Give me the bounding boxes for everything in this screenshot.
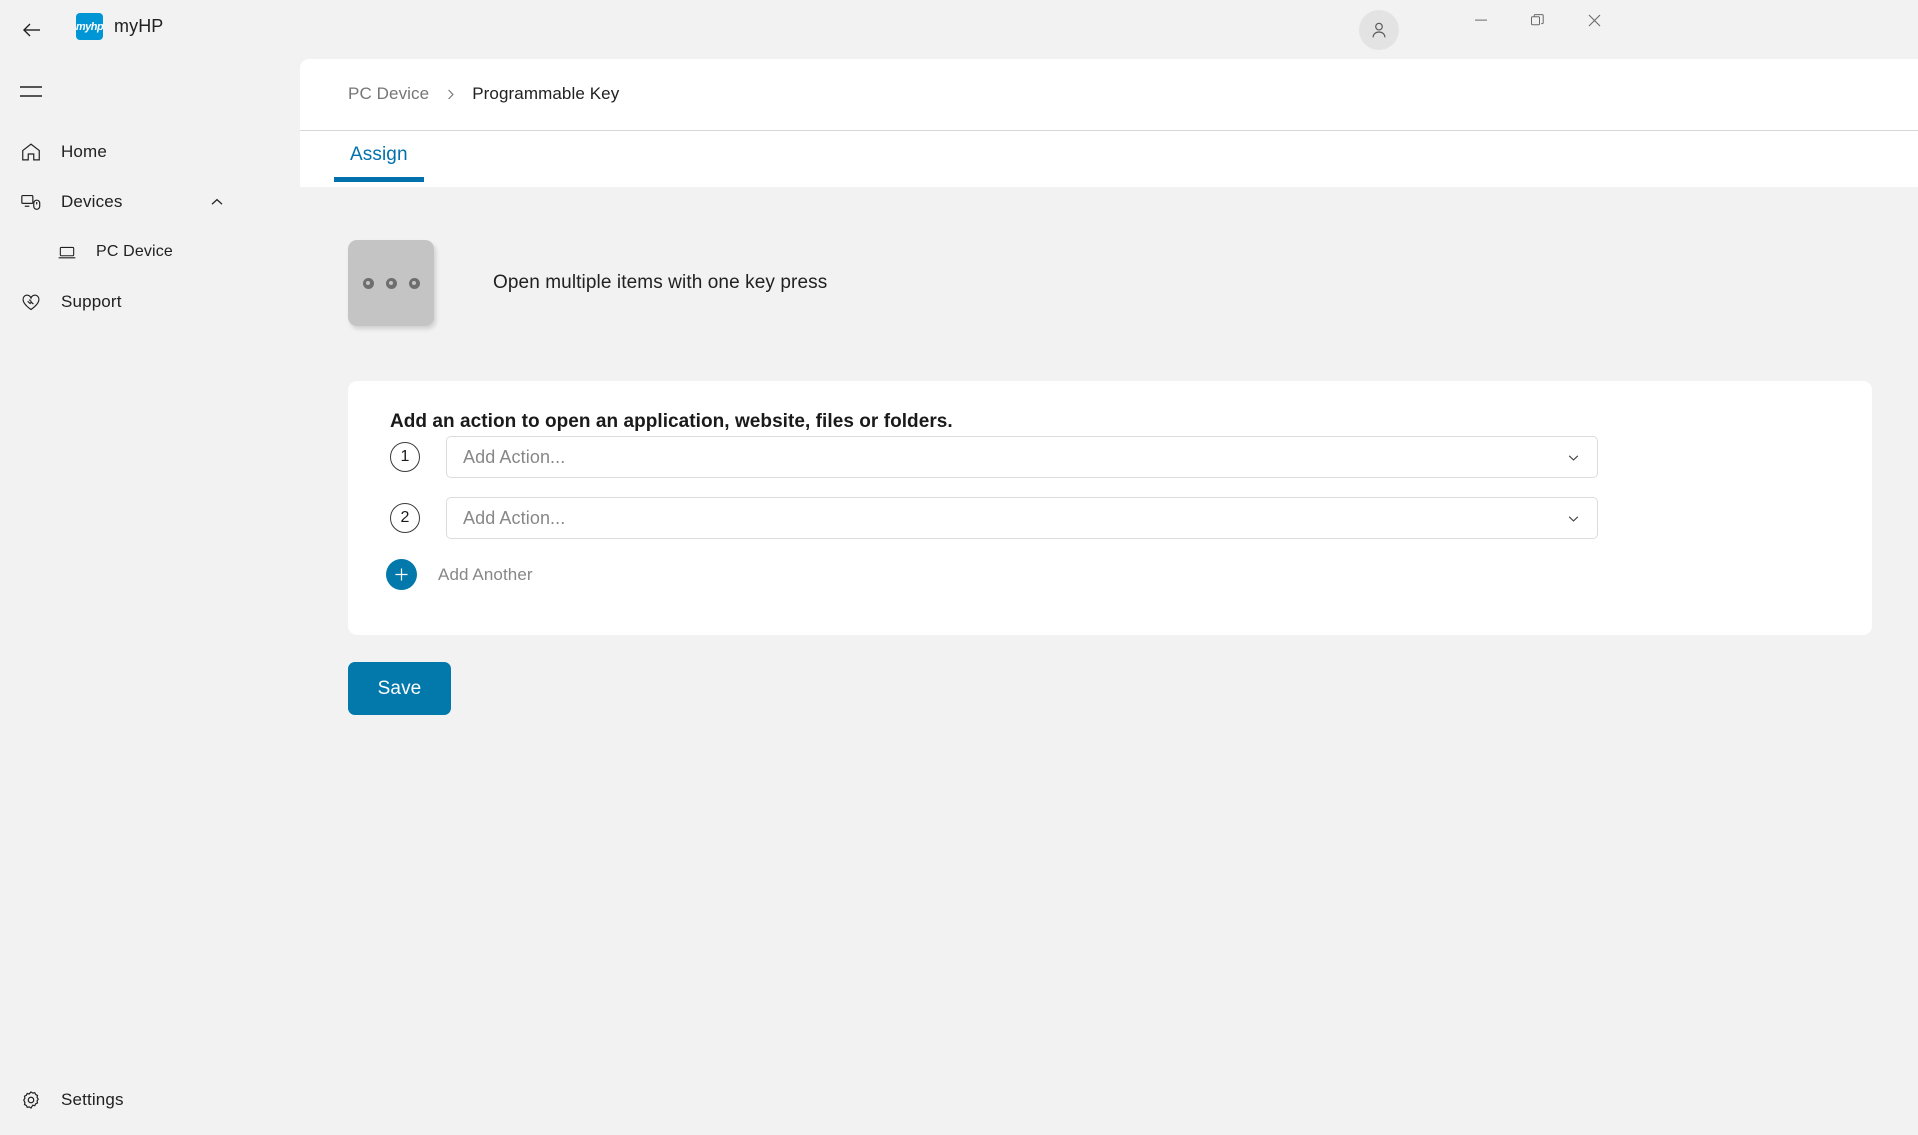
key-preview-row: Open multiple items with one key press <box>348 240 827 326</box>
sidebar: Home Devices PC Device Support Settings <box>0 59 300 1135</box>
brand-logo-group[interactable]: myhp myHP <box>76 13 163 40</box>
three-dots-key-icon[interactable] <box>348 240 434 326</box>
action-card: Add an action to open an application, we… <box>348 381 1872 635</box>
avatar[interactable] <box>1359 10 1399 50</box>
hp-logo-icon: myhp <box>76 13 103 40</box>
maximize-button[interactable] <box>1509 0 1566 40</box>
app-title: myHP <box>114 16 164 36</box>
close-button[interactable] <box>1566 0 1623 40</box>
hp-logo-text: myhp <box>76 20 103 33</box>
restore-icon <box>1531 13 1544 25</box>
header-divider <box>300 130 1918 131</box>
action-dropdown-value: Add Action... <box>463 507 566 528</box>
tab-assign[interactable]: Assign <box>334 144 424 182</box>
chevron-down-icon <box>1566 511 1581 526</box>
main-content: PC Device Programmable Key Assign Open m… <box>300 59 1918 1135</box>
breadcrumb-parent[interactable]: PC Device <box>348 84 429 104</box>
card-title: Add an action to open an application, we… <box>390 411 953 432</box>
add-another-button[interactable]: Add Another <box>386 559 533 590</box>
sidebar-nav: Home Devices PC Device Support <box>0 127 300 327</box>
sidebar-item-devices[interactable]: Devices <box>0 177 300 227</box>
breadcrumb-current: Programmable Key <box>472 84 620 103</box>
action-dropdown-value: Add Action... <box>463 446 566 467</box>
chevron-right-icon <box>443 87 458 102</box>
close-icon <box>1588 14 1601 26</box>
sidebar-item-label: Devices <box>61 192 123 211</box>
sidebar-item-label: Support <box>61 292 122 311</box>
gear-icon <box>18 1087 44 1113</box>
chevron-down-icon <box>1566 450 1581 465</box>
content-header-panel: PC Device Programmable Key Assign <box>300 59 1918 187</box>
sidebar-item-label: PC Device <box>96 243 173 260</box>
action-row: 1 Add Action... <box>390 436 1598 478</box>
hamburger-icon <box>20 86 42 97</box>
arrow-left-icon <box>23 23 40 37</box>
sidebar-item-label: Settings <box>61 1090 124 1109</box>
key-caption: Open multiple items with one key press <box>493 272 828 293</box>
key-dot-3 <box>408 277 420 289</box>
chevron-up-icon[interactable] <box>209 194 225 210</box>
key-dot-1 <box>362 277 374 289</box>
sidebar-item-label: Home <box>61 142 107 161</box>
user-icon <box>1372 22 1386 38</box>
plus-icon <box>386 559 417 590</box>
key-dot-2 <box>385 277 397 289</box>
save-button[interactable]: Save <box>348 662 451 715</box>
back-button[interactable] <box>12 10 52 50</box>
action-number-badge: 2 <box>390 503 420 533</box>
sidebar-item-pc-device[interactable]: PC Device <box>0 227 300 277</box>
minimize-button[interactable] <box>1452 0 1509 40</box>
minimize-icon <box>1474 19 1487 21</box>
sidebar-item-support[interactable]: Support <box>0 277 300 327</box>
tab-bar: Assign <box>334 144 424 182</box>
devices-icon <box>18 189 44 215</box>
breadcrumb: PC Device Programmable Key <box>348 84 619 104</box>
sidebar-item-home[interactable]: Home <box>0 127 300 177</box>
action-number-badge: 1 <box>390 442 420 472</box>
action-row: 2 Add Action... <box>390 497 1598 539</box>
title-bar: myhp myHP <box>0 0 1918 59</box>
action-dropdown-1[interactable]: Add Action... <box>446 436 1598 478</box>
laptop-icon <box>56 241 78 263</box>
support-handshake-icon <box>18 289 44 315</box>
action-dropdown-2[interactable]: Add Action... <box>446 497 1598 539</box>
sidebar-item-settings[interactable]: Settings <box>0 1075 300 1125</box>
add-another-label: Add Another <box>438 564 533 584</box>
home-icon <box>18 139 44 165</box>
menu-toggle-button[interactable] <box>10 72 52 114</box>
